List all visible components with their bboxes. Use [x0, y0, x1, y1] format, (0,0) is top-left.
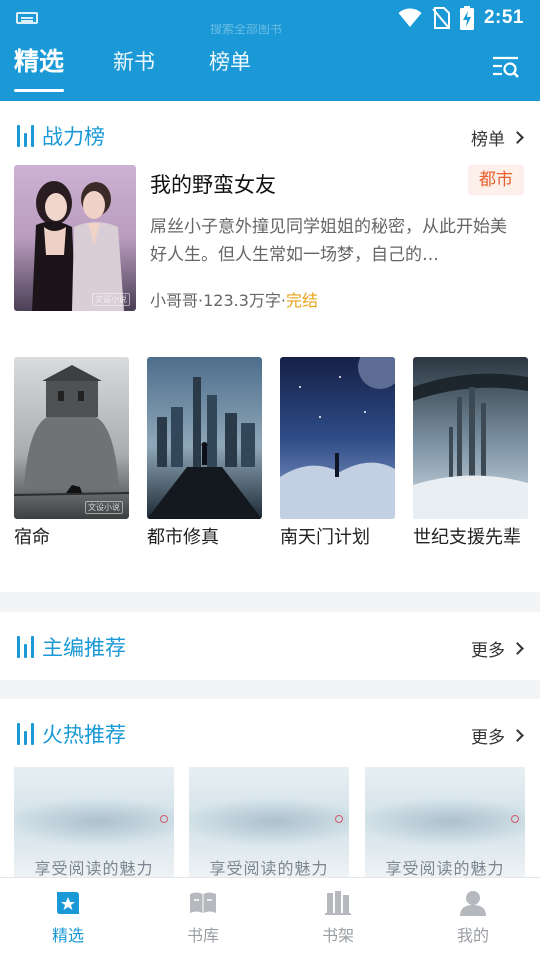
- book-status: 完结: [286, 291, 319, 310]
- person-icon: [460, 891, 486, 916]
- book-title[interactable]: 南天门计划: [280, 526, 398, 550]
- fortress-cover-art: [14, 357, 129, 519]
- circle-mark-icon: [511, 815, 519, 823]
- book-title[interactable]: 世纪支援先辈: [413, 526, 531, 550]
- hot-picks-section: 火热推荐 更多 享受阅读的魅力 享受阅读的魅力 享受阅读的魅力: [0, 699, 540, 877]
- promo-tile[interactable]: 享受阅读的魅力: [189, 767, 349, 877]
- featured-book-meta: 小哥哥·123.3万字·完结: [150, 287, 318, 311]
- book-title[interactable]: 都市修真: [147, 526, 265, 550]
- rankings-link-label: 榜单: [471, 130, 505, 150]
- status-bar: 搜索全部图书 2:51: [0, 0, 540, 36]
- featured-book-title[interactable]: 我的野蛮女友: [150, 169, 276, 199]
- city-cover-art: [147, 357, 262, 519]
- tab-featured[interactable]: 精选: [14, 42, 65, 92]
- section-header: 战力榜 榜单: [0, 101, 540, 163]
- more-link[interactable]: 更多: [471, 636, 524, 661]
- section-title: 战力榜: [16, 121, 105, 151]
- genre-tag: 都市: [468, 165, 524, 195]
- search-hint-overlay: 搜索全部图书: [210, 24, 283, 36]
- promo-caption: 享受阅读的魅力: [385, 859, 505, 877]
- nav-label: 精选: [51, 926, 84, 945]
- star-book-icon: [57, 892, 79, 914]
- ranking-bars-icon: [16, 723, 36, 745]
- promo-tile[interactable]: 享受阅读的魅力: [14, 767, 174, 877]
- keyboard-icon: [16, 12, 38, 24]
- section-header: 火热推荐 更多: [0, 699, 540, 761]
- section-title-text: 主编推荐: [42, 636, 126, 660]
- more-link-label: 更多: [471, 641, 505, 661]
- ranking-section: 战力榜 榜单 文设小说 我的野蛮女友 都市 屌丝小子意外撞见同学姐姐的秘密，从此…: [0, 101, 540, 592]
- search-list-icon[interactable]: [492, 54, 520, 80]
- bookshelf-icon: [325, 891, 351, 915]
- chevron-right-icon: [511, 131, 524, 144]
- more-link[interactable]: 更多: [471, 723, 524, 748]
- promo-caption: 享受阅读的魅力: [209, 859, 329, 877]
- nav-featured[interactable]: 精选: [33, 890, 103, 946]
- section-header: 主编推荐 更多: [0, 612, 540, 674]
- mist-decoration: [14, 797, 174, 847]
- nav-bookshelf[interactable]: 书架: [303, 890, 373, 946]
- book-cover[interactable]: 文设小说: [14, 357, 129, 519]
- section-title-text: 火热推荐: [42, 723, 126, 747]
- editor-picks-section: 主编推荐 更多: [0, 612, 540, 680]
- bottom-navigation: 精选 书库 书架 我的: [0, 877, 540, 960]
- section-title-text: 战力榜: [42, 125, 105, 149]
- section-title: 火热推荐: [16, 719, 126, 749]
- top-tabs: 精选 新书 榜单: [0, 46, 540, 96]
- promo-tile[interactable]: 享受阅读的魅力: [365, 767, 525, 877]
- ranking-bars-icon: [16, 636, 36, 658]
- featured-book-cover[interactable]: 文设小说: [14, 165, 136, 311]
- space-station-cover-art: [413, 357, 528, 519]
- mist-decoration: [189, 797, 349, 847]
- mist-decoration: [365, 797, 525, 847]
- book-word-count: 123.3万字: [203, 291, 281, 310]
- section-title: 主编推荐: [16, 632, 126, 662]
- nav-label: 我的: [456, 926, 489, 945]
- book-author: 小哥哥: [150, 291, 199, 310]
- open-book-icon: [190, 892, 216, 913]
- book-cover[interactable]: [280, 357, 395, 519]
- no-sim-icon: [432, 7, 450, 29]
- featured-book-description: 屌丝小子意外撞见同学姐姐的秘密，从此开始美好人生。但人生常如一场梦，自己的…: [150, 217, 507, 265]
- promo-caption: 享受阅读的魅力: [34, 859, 154, 877]
- nav-label: 书库: [186, 926, 219, 945]
- ranking-bars-icon: [16, 125, 36, 147]
- wifi-icon: [398, 8, 422, 27]
- nav-label: 书架: [321, 926, 354, 945]
- tab-new-books[interactable]: 新书: [113, 46, 155, 76]
- circle-mark-icon: [335, 815, 343, 823]
- app-header: 搜索全部图书 2:51 精选 新书 榜单: [0, 0, 540, 101]
- book-cover[interactable]: [413, 357, 528, 519]
- chevron-right-icon: [511, 642, 524, 655]
- cover-watermark: 文设小说: [85, 501, 123, 514]
- status-icons: 2:51: [398, 6, 524, 30]
- tab-rankings[interactable]: 榜单: [209, 46, 251, 76]
- couple-cover-art: [14, 165, 136, 311]
- more-link-label: 更多: [471, 728, 505, 748]
- cover-watermark: 文设小说: [92, 293, 130, 306]
- nav-profile[interactable]: 我的: [438, 890, 508, 946]
- book-title[interactable]: 宿命: [14, 526, 132, 550]
- battery-charging-icon: [459, 6, 474, 30]
- book-cover[interactable]: [147, 357, 262, 519]
- space-gate-cover-art: [280, 357, 395, 519]
- rankings-link[interactable]: 榜单: [471, 125, 524, 150]
- nav-library[interactable]: 书库: [168, 890, 238, 946]
- chevron-right-icon: [511, 729, 524, 742]
- clock: 2:51: [483, 7, 524, 28]
- circle-mark-icon: [160, 815, 168, 823]
